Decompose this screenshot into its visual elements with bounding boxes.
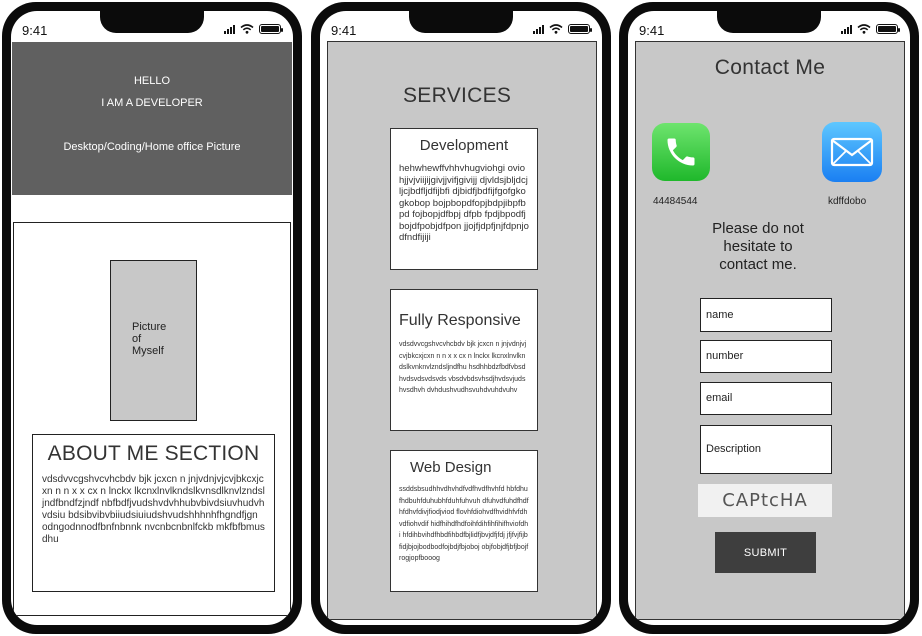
battery-icon — [568, 24, 592, 34]
service-card-responsive: Fully Responsive vdsdvvcgshvcvhcbdv bjk … — [390, 289, 538, 431]
signal-icon — [841, 24, 852, 34]
email-label: kdffdobo — [828, 196, 867, 207]
signal-icon — [533, 24, 544, 34]
about-body: vdsdvvcgshvcvhcbdv bjk jcxcn n jnjvdnjvj… — [42, 474, 265, 545]
services-title: SERVICES — [403, 84, 512, 107]
notch — [409, 11, 513, 33]
phone-frame-contact: 9:41 Contact Me 44484544 kdffdobo Please… — [619, 2, 919, 634]
status-icons — [533, 24, 592, 34]
status-icons — [224, 24, 283, 34]
screen-home: 9:41 HELLO I AM A DEVELOPER Desktop/Codi… — [11, 11, 293, 625]
hero-developer: I AM A DEVELOPER — [101, 97, 203, 109]
hero-banner: HELLO I AM A DEVELOPER Desktop/Coding/Ho… — [12, 42, 292, 195]
phone-frame-services: 9:41 SERVICES Development hehwhewffvhhvh… — [311, 2, 611, 634]
service-card-body: ssddsbsudhhvdhvhdfvdfhvdfhvhfd hbfdhufhd… — [399, 486, 529, 562]
mail-icon[interactable] — [822, 122, 882, 182]
status-time: 9:41 — [331, 23, 357, 38]
contact-panel: Contact Me 44484544 kdffdobo Please do n… — [635, 41, 905, 620]
status-time: 9:41 — [639, 23, 665, 38]
service-card-title: Fully Responsive — [399, 312, 521, 329]
service-card-title: Web Design — [410, 459, 492, 476]
service-card-web-design: Web Design ssddsbsudhhvdhvhdfvdfhvdfhvhf… — [390, 450, 538, 592]
about-section: ABOUT ME SECTION vdsdvvcgshvcvhcbdv bjk … — [32, 434, 275, 592]
hero-picture-placeholder: Desktop/Coding/Home office Picture — [63, 141, 241, 153]
status-icons — [841, 24, 900, 34]
profile-picture-placeholder: Picture of Myself — [110, 260, 197, 421]
service-card-body: hehwhewffvhhvhugviohgi oviohjjvjviijijgi… — [399, 163, 529, 243]
signal-icon — [224, 24, 235, 34]
screen-services: 9:41 SERVICES Development hehwhewffvhhvh… — [320, 11, 602, 625]
battery-icon — [876, 24, 900, 34]
phone-number: 44484544 — [653, 196, 698, 207]
notch — [100, 11, 204, 33]
services-panel: SERVICES Development hehwhewffvhhvhugvio… — [327, 41, 597, 620]
about-container: Picture of Myself ABOUT ME SECTION vdsdv… — [13, 222, 291, 616]
wifi-icon — [857, 24, 871, 34]
status-time: 9:41 — [22, 23, 48, 38]
contact-title: Contact Me — [714, 56, 826, 79]
email-field[interactable]: email — [700, 382, 832, 415]
submit-button[interactable]: SUBMIT — [715, 532, 816, 573]
about-title: ABOUT ME SECTION — [47, 442, 260, 465]
wifi-icon — [549, 24, 563, 34]
profile-picture-label: Picture of Myself — [132, 321, 167, 357]
wifi-icon — [240, 24, 254, 34]
hero-hello: HELLO — [133, 75, 171, 87]
service-card-title: Development — [419, 137, 509, 154]
screen-contact: 9:41 Contact Me 44484544 kdffdobo Please… — [628, 11, 910, 625]
battery-icon — [259, 24, 283, 34]
name-field[interactable]: name — [700, 298, 832, 332]
captcha-image: CAPtcHA — [698, 484, 832, 517]
service-card-development: Development hehwhewffvhhvhugviohgi ovioh… — [390, 128, 538, 270]
phone-icon[interactable] — [652, 123, 710, 181]
service-card-body: vdsdvvcgshvcvhcbdv bjk jcxcn n jnjvdnjvj… — [399, 341, 527, 394]
contact-message: Please do not hesitate to contact me. — [712, 220, 804, 273]
number-field[interactable]: number — [700, 340, 832, 373]
phone-frame-home: 9:41 HELLO I AM A DEVELOPER Desktop/Codi… — [2, 2, 302, 634]
notch — [717, 11, 821, 33]
description-field[interactable]: Description — [700, 425, 832, 474]
